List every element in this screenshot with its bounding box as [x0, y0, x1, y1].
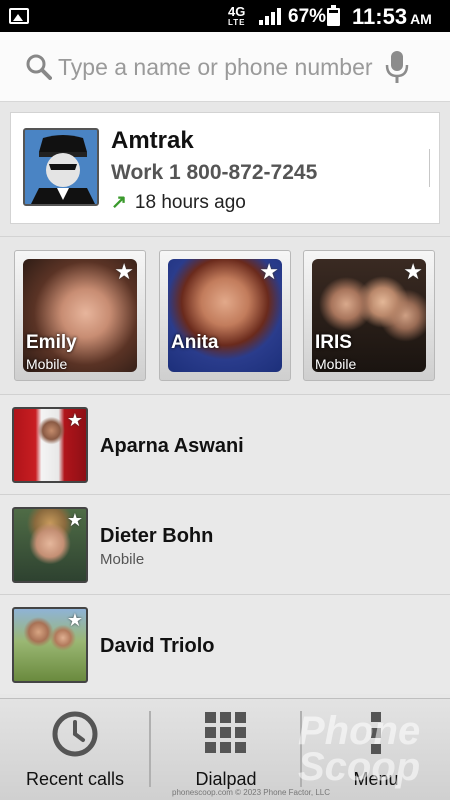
- dialpad-label: Dialpad: [195, 769, 257, 789]
- favorite-name: Anita: [171, 332, 219, 353]
- network-subtype: LTE: [228, 18, 246, 27]
- contact-avatar: ★: [12, 407, 88, 483]
- favorite-photo: ★ Emily Mobile: [23, 259, 137, 372]
- bottom-action-bar: Recent calls Dialpad Menu Phone Scoop: [0, 698, 450, 800]
- dialpad-button[interactable]: Dialpad: [151, 699, 301, 800]
- contact-name: David Triolo: [100, 635, 215, 657]
- favorite-photo: ★ IRIS Mobile: [312, 259, 426, 372]
- contact-avatar: ★: [12, 507, 88, 583]
- clock-icon: [52, 711, 98, 757]
- contact-list: ★ Aparna Aswani ★ Dieter Bohn Mobile ★ D…: [0, 394, 450, 694]
- clock-ampm: AM: [410, 11, 432, 27]
- recent-contact-name: Amtrak: [111, 127, 194, 154]
- contact-name: Aparna Aswani: [100, 435, 244, 457]
- search-bar: [0, 32, 450, 102]
- mic-icon[interactable]: [385, 50, 409, 84]
- favorite-photo: ★ Anita: [168, 259, 282, 372]
- favorite-tile[interactable]: ★ Anita: [159, 250, 291, 381]
- divider: [429, 149, 430, 187]
- contact-row[interactable]: ★ Aparna Aswani: [0, 394, 450, 494]
- contact-name: Dieter Bohn: [100, 525, 214, 547]
- star-icon: ★: [403, 259, 423, 284]
- favorite-label: Mobile: [26, 356, 68, 372]
- favorite-tile[interactable]: ★ Emily Mobile: [14, 250, 146, 381]
- star-icon: ★: [66, 610, 83, 630]
- image-notification-icon: [9, 8, 29, 24]
- recent-contact-phone: Work 1 800-872-7245: [111, 161, 318, 184]
- status-bar: 4G LTE 67% 11:53 AM: [0, 0, 450, 32]
- recent-contact-card[interactable]: Amtrak Work 1 800-872-7245 ↗ 18 hours ago: [10, 112, 440, 224]
- outgoing-call-icon: ↗: [111, 192, 127, 213]
- network-type: 4G: [228, 4, 246, 19]
- dialpad-icon: [205, 712, 246, 753]
- recent-calls-label: Recent calls: [25, 769, 125, 789]
- photo-credit: phonescoop.com © 2023 Phone Factor, LLC: [172, 788, 330, 797]
- signal-icon: [259, 8, 281, 25]
- favorite-name: IRIS: [315, 332, 352, 353]
- contact-avatar: [23, 128, 99, 206]
- network-indicator: 4G LTE: [228, 5, 246, 27]
- watermark-logo: Phone Scoop: [298, 709, 421, 789]
- search-input[interactable]: [58, 49, 378, 85]
- battery-icon: [327, 5, 340, 26]
- star-icon: ★: [66, 410, 83, 430]
- recent-calls-button[interactable]: Recent calls: [0, 699, 150, 800]
- search-icon: [26, 54, 52, 80]
- contact-row[interactable]: ★ David Triolo: [0, 594, 450, 694]
- recent-call-time: ↗ 18 hours ago: [111, 191, 246, 214]
- star-icon: ★: [259, 259, 279, 284]
- clock: 11:53 AM: [352, 4, 432, 30]
- contact-avatar: ★: [12, 607, 88, 683]
- clock-time: 11:53: [352, 4, 408, 29]
- favorites-strip: ★ Emily Mobile ★ Anita ★ IRIS Mobile: [0, 236, 450, 394]
- star-icon: ★: [114, 259, 134, 284]
- conductor-avatar-image: [25, 130, 97, 204]
- favorite-label: Mobile: [315, 356, 357, 372]
- star-icon: ★: [66, 510, 83, 530]
- favorite-tile[interactable]: ★ IRIS Mobile: [303, 250, 435, 381]
- favorite-name: Emily: [26, 332, 77, 353]
- contact-phone-label: Mobile: [100, 551, 145, 568]
- battery-percent: 67%: [288, 6, 327, 27]
- contact-row[interactable]: ★ Dieter Bohn Mobile: [0, 494, 450, 594]
- recent-time-ago: 18 hours ago: [134, 192, 246, 213]
